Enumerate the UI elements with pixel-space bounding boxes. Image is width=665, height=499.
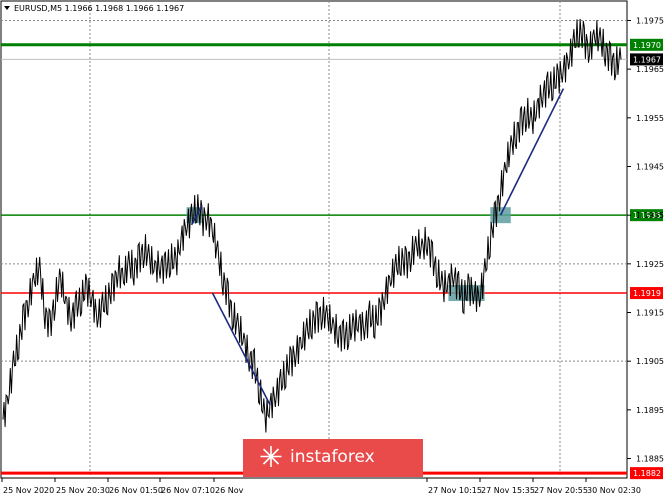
x-tick-label: 26 Nov 01:50 [109, 486, 163, 495]
y-tick-label: 1.1885 [636, 455, 664, 464]
current-price-label: 1.1967 [633, 55, 661, 64]
y-tick-label: 1.1905 [636, 357, 664, 366]
x-tick-label: 27 Nov 10:15 [428, 486, 482, 495]
price-level-badge-label: 1.1919 [633, 289, 661, 298]
x-tick-label: 27 Nov 15:35 [481, 486, 535, 495]
price-level-badge-label: 1.1970 [633, 41, 661, 50]
y-tick-label: 1.1925 [636, 260, 664, 269]
watermark: instaforex [243, 439, 423, 477]
watermark-brand: instaforex [290, 447, 375, 467]
x-tick-label: 30 Nov 02:30 [587, 486, 641, 495]
x-tick-label: 27 Nov 20:55 [534, 486, 588, 495]
y-tick-label: 1.1895 [636, 406, 664, 415]
y-tick-label: 1.1945 [636, 162, 664, 171]
trendline [211, 292, 271, 406]
x-tick-label: 25 Nov 20:30 [56, 486, 110, 495]
price-series-line [2, 18, 622, 433]
x-tick-label: 26 Nov [215, 486, 244, 495]
price-chart: 1.1970 1.1935 1.1919 1.1882 1.1967 1.1975 1.1… [0, 0, 664, 495]
symbol-dropdown-icon[interactable] [4, 6, 10, 10]
y-tick-label: 1.1965 [636, 65, 664, 74]
chart-title: EURUSD,M5 1.1966 1.1968 1.1966 1.1967 [14, 4, 184, 13]
instaforex-logo-icon [260, 446, 282, 467]
x-tick-label: 26 Nov 07:10 [161, 486, 215, 495]
price-level-badge-label: 1.1882 [633, 469, 661, 478]
plot-border [0, 0, 628, 479]
y-tick-label: 1.1915 [636, 309, 664, 318]
y-tick-label: 1.1955 [636, 114, 664, 123]
x-tick-label: 25 Nov 2020 [3, 486, 54, 495]
y-tick-label: 1.1935 [636, 211, 664, 220]
y-tick-label: 1.1975 [636, 16, 664, 25]
